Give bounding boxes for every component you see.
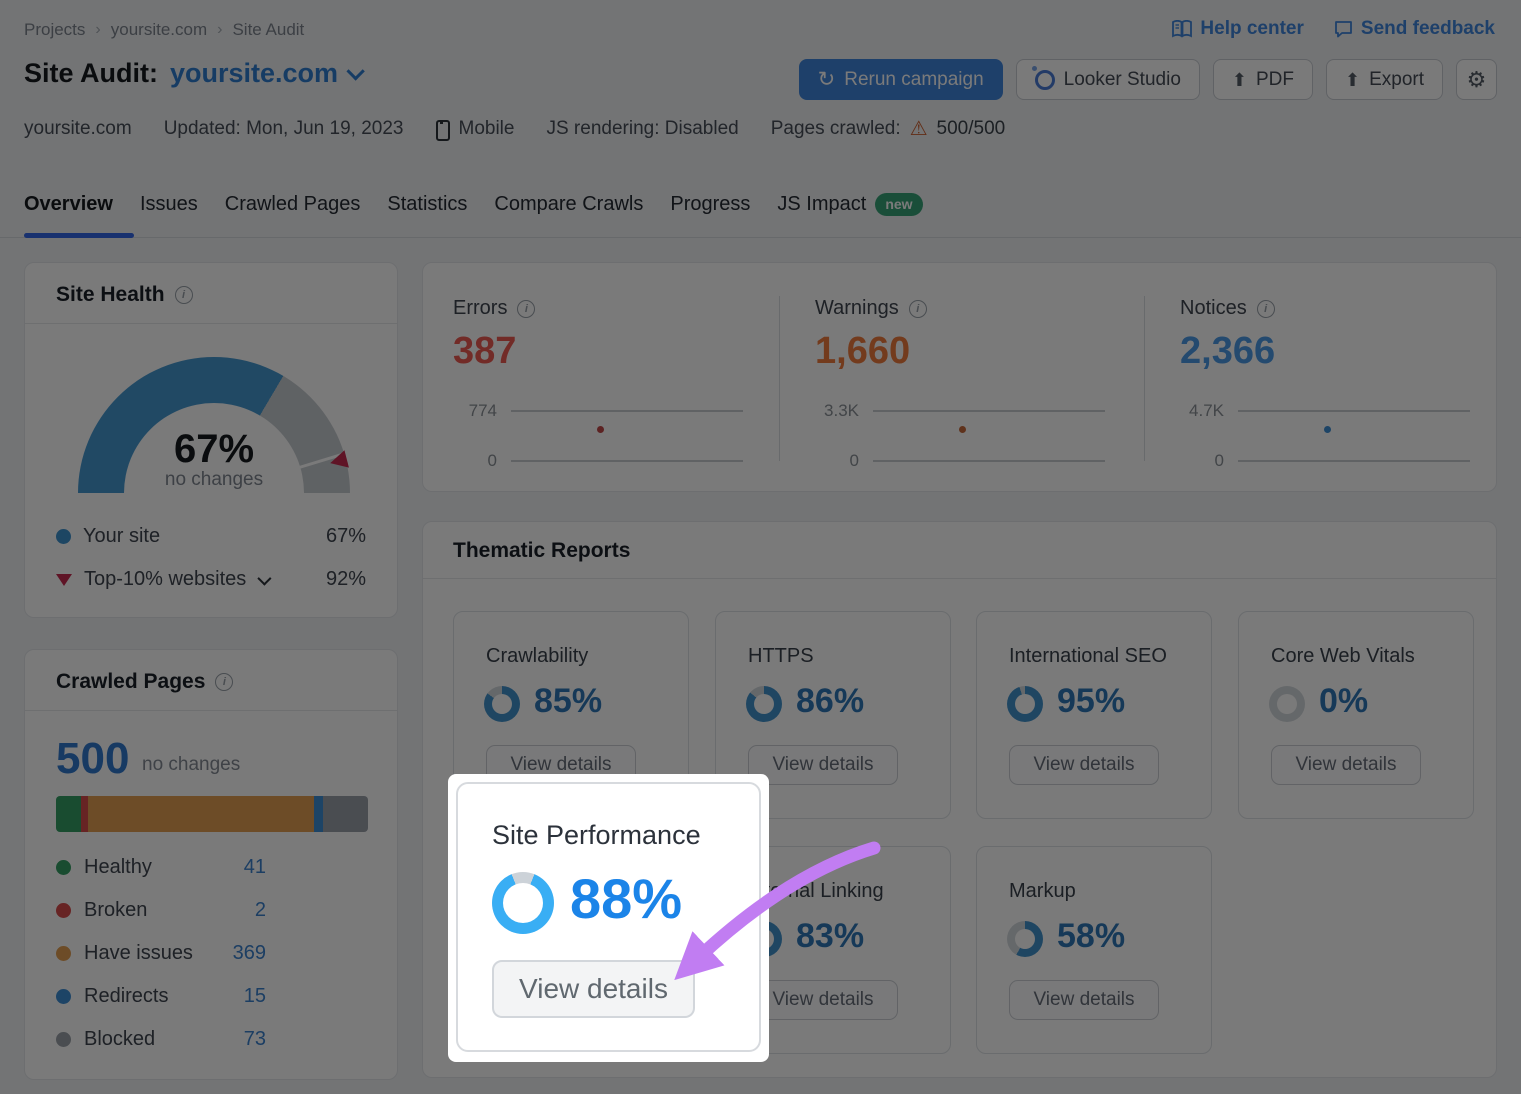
site-performance-card: Site Performance 88% View details bbox=[456, 782, 761, 1052]
site-performance-view-details-button[interactable]: View details bbox=[492, 960, 695, 1018]
site-performance-title: Site Performance bbox=[492, 820, 701, 851]
site-performance-donut bbox=[492, 872, 554, 934]
site-performance-value: 88% bbox=[570, 866, 682, 931]
